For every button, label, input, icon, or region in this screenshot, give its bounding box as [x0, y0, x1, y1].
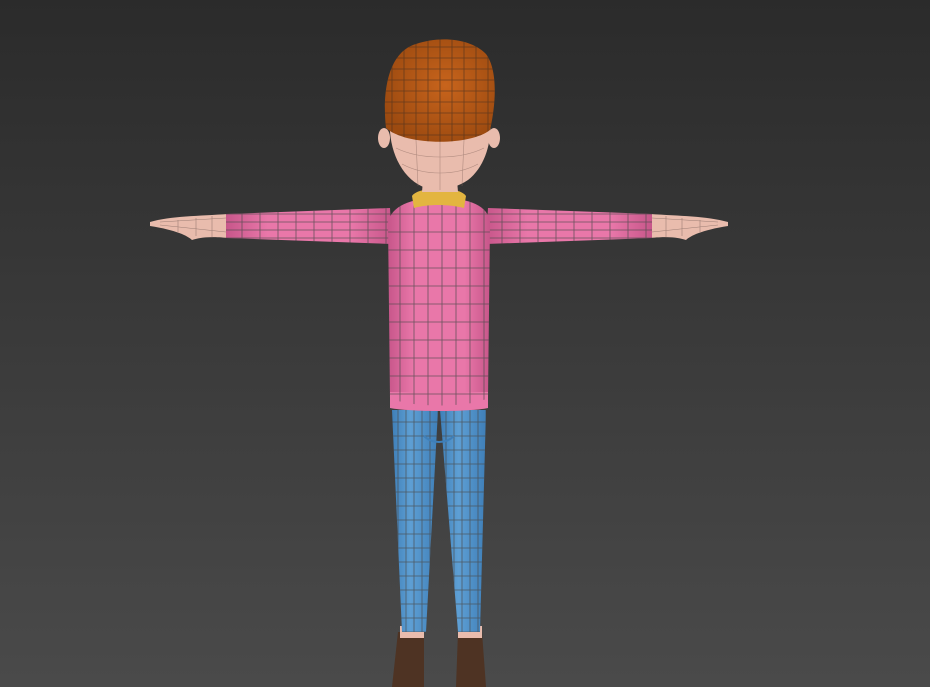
3d-viewport[interactable] [0, 0, 930, 687]
sweater [388, 198, 490, 411]
character-model [0, 0, 930, 687]
